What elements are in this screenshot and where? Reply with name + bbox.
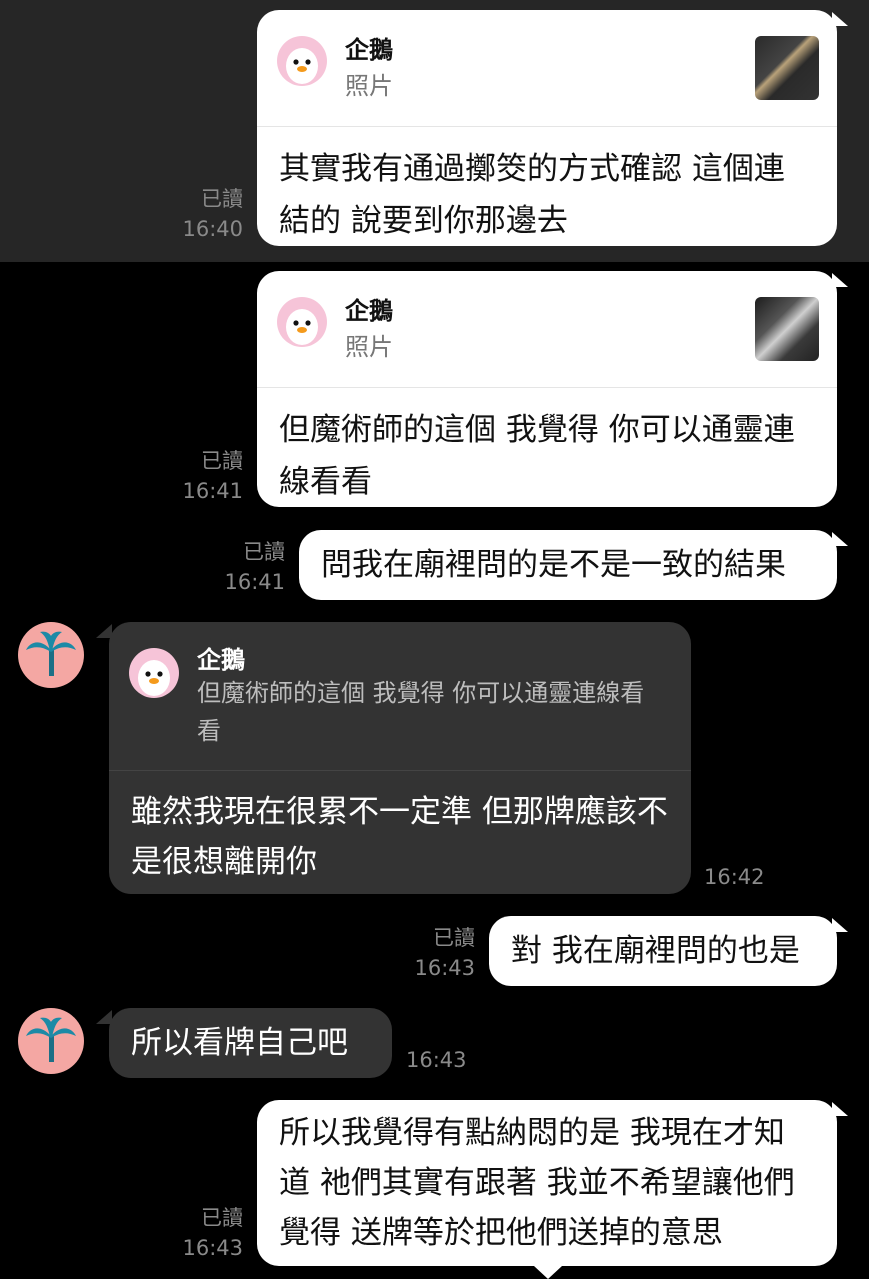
reply-sender-name: 企鵝	[345, 36, 393, 64]
incoming-message[interactable]: 所以看牌自己吧	[109, 1008, 392, 1078]
palm-tree-icon	[26, 631, 76, 676]
read-receipt: 已讀	[243, 540, 285, 564]
reply-preview[interactable]: 企鵝 但魔術師的這個 我覺得 你可以通靈連線看看	[109, 622, 691, 771]
message-time: 16:41	[182, 479, 243, 503]
bubble-tail	[832, 918, 848, 932]
palm-tree-icon	[26, 1017, 76, 1062]
message-meta: 已讀 16:41	[182, 446, 243, 506]
photo-thumbnail[interactable]	[755, 36, 819, 100]
photo-thumbnail[interactable]	[755, 297, 819, 361]
message-time: 16:42	[704, 865, 765, 889]
message-text: 所以我覺得有點納悶的是 我現在才知道 祂們其實有跟著 我並不希望讓他們覺得 送牌…	[279, 1115, 795, 1251]
read-receipt: 已讀	[201, 187, 243, 211]
read-receipt: 已讀	[433, 926, 475, 950]
outgoing-reply-message[interactable]: 企鵝 照片 其實我有通過擲筊的方式確認 這個連結的 說要到你那邊去	[257, 10, 837, 246]
message-meta: 已讀 16:40	[182, 184, 243, 244]
reply-quote: 但魔術師的這個 我覺得 你可以通靈連線看看	[197, 679, 645, 745]
contact-avatar[interactable]	[18, 1008, 84, 1074]
reply-preview[interactable]: 企鵝 照片	[257, 10, 837, 127]
penguin-icon	[277, 36, 327, 86]
reply-preview[interactable]: 企鵝 照片	[257, 271, 837, 388]
message-time: 16:41	[224, 570, 285, 594]
outgoing-message[interactable]: 對 我在廟裡問的也是	[489, 916, 837, 986]
message-time: 16:43	[182, 1236, 243, 1260]
outgoing-reply-message[interactable]: 企鵝 照片 但魔術師的這個 我覺得 你可以通靈連線看看	[257, 271, 837, 507]
message-time: 16:43	[414, 956, 475, 980]
message-meta: 已讀 16:43	[182, 1203, 243, 1263]
message-meta: 已讀 16:43	[414, 923, 475, 983]
bubble-tail	[96, 1010, 112, 1024]
message-text: 其實我有通過擲筊的方式確認 這個連結的 說要到你那邊去	[279, 151, 785, 239]
bubble-tail	[832, 532, 848, 546]
reply-content-type: 照片	[345, 333, 393, 361]
penguin-icon	[129, 648, 179, 698]
message-time: 16:40	[182, 217, 243, 241]
bubble-tail	[96, 624, 112, 638]
outgoing-message[interactable]: 問我在廟裡問的是不是一致的結果	[299, 530, 837, 600]
read-receipt: 已讀	[201, 1206, 243, 1230]
next-message-tail	[534, 1266, 562, 1279]
message-meta: 已讀 16:41	[224, 537, 285, 597]
message-meta: 16:43	[406, 1045, 467, 1075]
outgoing-message[interactable]: 所以我覺得有點納悶的是 我現在才知道 祂們其實有跟著 我並不希望讓他們覺得 送牌…	[257, 1100, 837, 1266]
reply-sender-name: 企鵝	[197, 646, 245, 674]
read-receipt: 已讀	[201, 449, 243, 473]
message-text: 問我在廟裡問的是不是一致的結果	[321, 547, 786, 583]
bubble-tail	[832, 1102, 848, 1116]
message-meta: 16:42	[704, 862, 765, 892]
penguin-icon	[277, 297, 327, 347]
contact-avatar[interactable]	[18, 622, 84, 688]
message-text: 但魔術師的這個 我覺得 你可以通靈連線看看	[279, 412, 795, 500]
message-text: 所以看牌自己吧	[131, 1025, 348, 1061]
incoming-reply-message[interactable]: 企鵝 但魔術師的這個 我覺得 你可以通靈連線看看 雖然我現在很累不一定準 但那牌…	[109, 622, 691, 894]
message-time: 16:43	[406, 1048, 467, 1072]
bubble-tail	[832, 273, 848, 287]
message-text: 雖然我現在很累不一定準 但那牌應該不是很想離開你	[131, 794, 668, 880]
bubble-tail	[832, 12, 848, 26]
reply-sender-name: 企鵝	[345, 297, 393, 325]
reply-content-type: 照片	[345, 72, 393, 100]
message-text: 對 我在廟裡問的也是	[511, 933, 800, 969]
